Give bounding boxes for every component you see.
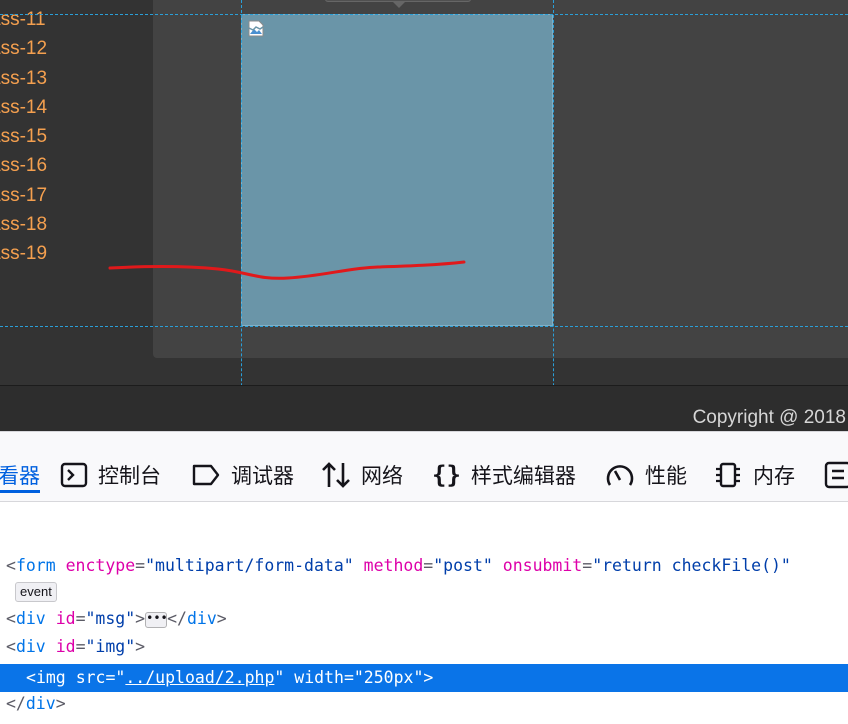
list-item[interactable]: ass-18 <box>0 210 150 239</box>
performance-icon <box>606 465 634 486</box>
collapsed-content-badge[interactable]: ••• <box>145 611 168 628</box>
list-item[interactable]: ass-13 <box>0 64 150 93</box>
debugger-icon <box>192 464 220 486</box>
list-item[interactable]: ass-12 <box>0 34 150 63</box>
page-footer: Copyright @ 2018 <box>0 385 848 431</box>
page-viewport: ass-11 ass-12 ass-13 ass-14 ass-15 ass-1… <box>0 0 848 431</box>
selected-node-row[interactable]: <img src="../upload/2.php" width="250px"… <box>0 664 848 692</box>
guide-line <box>0 326 848 327</box>
markup-line-form[interactable]: <form enctype="multipart/form-data" meth… <box>6 556 791 575</box>
markup-view: <form enctype="multipart/form-data" meth… <box>0 503 848 724</box>
tab-label: 控制台 <box>98 465 161 488</box>
list-item[interactable]: ass-15 <box>0 122 150 151</box>
tab-storage[interactable] <box>824 460 848 490</box>
broken-image-icon <box>248 20 264 37</box>
src-link[interactable]: ../upload/2.php <box>125 668 274 687</box>
tab-debugger[interactable]: 调试器 <box>191 460 294 490</box>
guide-line <box>0 14 848 15</box>
event-badge[interactable]: event <box>15 582 57 602</box>
tab-label: 样式编辑器 <box>470 465 576 488</box>
tab-performance[interactable]: 性能 <box>605 460 687 490</box>
tab-label: 查看器 <box>0 465 40 488</box>
tab-memory[interactable]: 内存 <box>713 460 795 490</box>
devtools-toolbar: 查看器 控制台 调试器 网络 {} 样式编辑器 <box>0 431 848 502</box>
tab-label: 网络 <box>361 465 403 488</box>
guide-line <box>553 0 554 431</box>
class-list: ass-11 ass-12 ass-13 ass-14 ass-15 ass-1… <box>0 5 150 269</box>
tab-console[interactable]: 控制台 <box>60 460 161 490</box>
tab-label: 调试器 <box>231 465 294 488</box>
list-item[interactable]: ass-11 <box>0 5 150 34</box>
markup-line-img[interactable]: <img src="../upload/2.php" width="250px"… <box>26 668 433 687</box>
tab-inspector[interactable]: 查看器 <box>0 460 40 493</box>
tab-label: 内存 <box>753 465 795 488</box>
tab-network[interactable]: 网络 <box>321 460 403 490</box>
markup-line-close-div[interactable]: </div> <box>6 694 66 713</box>
console-icon <box>60 462 88 488</box>
list-item[interactable]: ass-17 <box>0 181 150 210</box>
guide-line <box>241 0 242 431</box>
tab-label: 性能 <box>645 465 687 488</box>
list-item[interactable]: ass-16 <box>0 151 150 180</box>
markup-line-msg[interactable]: <div id="msg">•••</div> <box>6 609 227 628</box>
devtools-panel: 查看器 控制台 调试器 网络 {} 样式编辑器 <box>0 431 848 724</box>
annotation-underline <box>108 260 466 280</box>
memory-icon <box>716 462 740 488</box>
storage-icon <box>824 461 848 489</box>
network-icon <box>322 462 350 488</box>
tab-style-editor[interactable]: {} 样式编辑器 <box>432 460 576 490</box>
list-item[interactable]: ass-14 <box>0 93 150 122</box>
highlighter-infobar-arrow <box>392 1 406 8</box>
markup-line-img-div[interactable]: <div id="img"> <box>6 637 145 656</box>
copyright-text: Copyright @ 2018 <box>692 407 846 428</box>
style-editor-icon: {} <box>432 461 461 489</box>
